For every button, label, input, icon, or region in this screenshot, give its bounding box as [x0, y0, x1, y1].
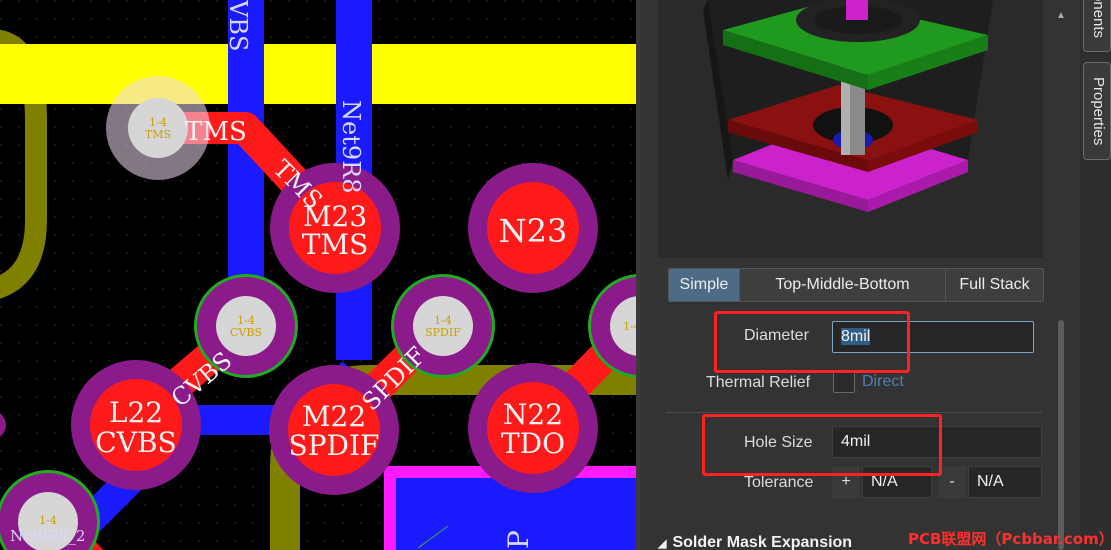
net-label-tms: TMS	[185, 117, 247, 147]
scroll-up-arrow-icon[interactable]: ▲	[1056, 10, 1066, 21]
net-label-cvbs-top: VBS	[224, 0, 252, 51]
via-tms-net: TMS	[145, 128, 171, 141]
pad-n23[interactable]: N23	[468, 163, 598, 293]
pad-m22-net: SPDIF	[289, 429, 380, 462]
pad-m23-net: TMS	[302, 228, 369, 261]
yellow-band	[0, 44, 636, 104]
tolerance-minus-sign: -	[938, 466, 966, 498]
pad-l22-name: L22	[109, 396, 163, 429]
pad-n22[interactable]: N22 TDO	[468, 363, 598, 493]
net-label-net9r8: Net9R8	[337, 100, 365, 193]
properties-panel: Simple Top-Middle-Bottom Full Stack Diam…	[640, 0, 1080, 550]
thermal-relief-label: Thermal Relief	[706, 374, 811, 391]
sidebar-tab-properties[interactable]: Properties	[1083, 62, 1111, 160]
net-label-net9r8-2: Net9R8_2	[10, 527, 85, 545]
pad-n23-name: N23	[499, 212, 568, 250]
via-bl-layer: 1-4	[39, 514, 57, 527]
tab-simple[interactable]: Simple	[669, 269, 740, 301]
via-right-layer: 1-4	[623, 320, 636, 333]
via-cvbs-net: CVBS	[230, 326, 262, 339]
thermal-relief-checkbox[interactable]	[833, 371, 855, 393]
tolerance-minus-input[interactable]: N/A	[968, 466, 1042, 498]
via-stack-illustration	[703, 0, 993, 212]
tab-top-middle-bottom[interactable]: Top-Middle-Bottom	[740, 269, 946, 301]
pcb-layout: M23 TMS N23 L22 CVBS M22 SPDIF N22 TDO 1…	[0, 0, 636, 550]
solder-mask-expansion-header[interactable]: ◢ Solder Mask Expansion	[658, 534, 852, 550]
sidebar-tab-components[interactable]: Components	[1083, 0, 1111, 52]
tab-full-stack[interactable]: Full Stack	[946, 269, 1043, 301]
via-3d-preview[interactable]	[658, 0, 1043, 258]
pcb-canvas[interactable]: M23 TMS N23 L22 CVBS M22 SPDIF N22 TDO 1…	[0, 0, 636, 550]
pad-l22-net: CVBS	[95, 426, 176, 459]
collapse-arrow-icon: ◢	[658, 538, 667, 550]
section-divider	[666, 412, 1042, 413]
right-sidebar: Components Properties	[1080, 0, 1111, 550]
tolerance-label: Tolerance	[744, 474, 814, 491]
watermark-text: PCB联盟网（Pcbbar.com）	[908, 530, 1111, 548]
via-spdif-net: SPDIF	[425, 326, 461, 339]
solder-mask-expansion-title: Solder Mask Expansion	[672, 534, 853, 550]
thermal-relief-value[interactable]: Direct	[862, 373, 904, 391]
panel-scrollbar[interactable]	[1058, 320, 1064, 550]
net-label-partial: IP	[502, 530, 535, 550]
stack-mode-tabs: Simple Top-Middle-Bottom Full Stack	[668, 268, 1044, 302]
highlight-box-hole-size	[702, 414, 942, 476]
pad-n22-net: TDO	[501, 427, 565, 460]
highlight-box-diameter	[714, 311, 910, 373]
